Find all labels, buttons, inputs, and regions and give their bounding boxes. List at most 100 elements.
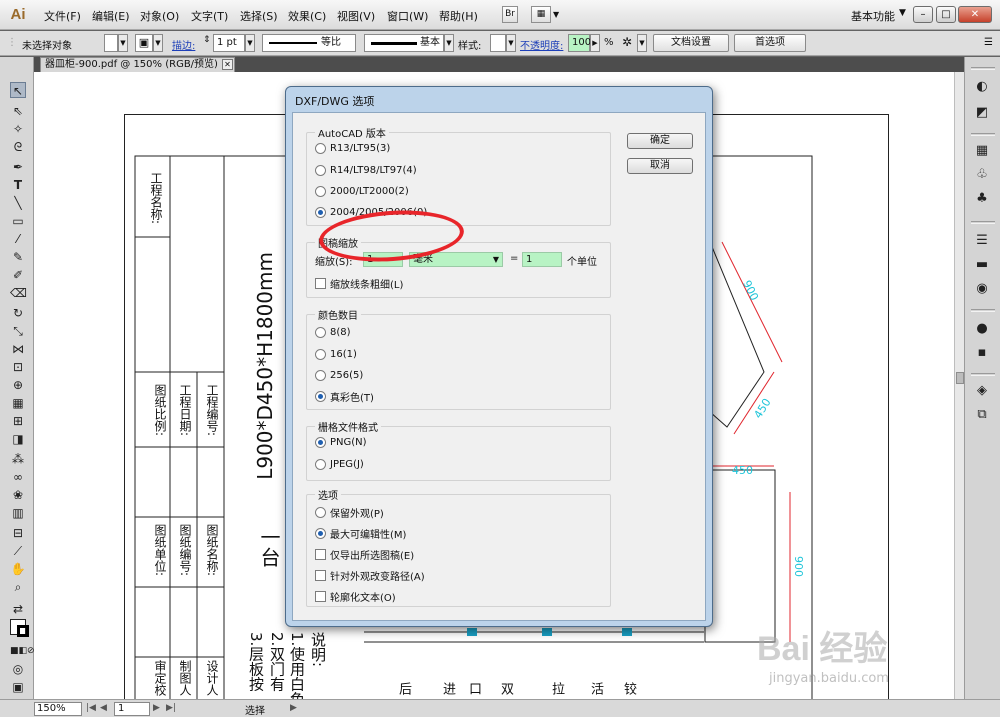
line-tool-icon[interactable]: ╲ — [10, 195, 26, 211]
recolor-dropdown-icon[interactable]: ▼ — [637, 34, 647, 52]
colors-256-radio[interactable]: 256(5) — [315, 367, 363, 383]
menu-view[interactable]: 视图(V) — [337, 8, 375, 24]
status-menu-icon[interactable]: ▶ — [290, 703, 297, 713]
brushes-panel-icon[interactable]: ♣ — [974, 191, 990, 207]
mesh-tool-icon[interactable]: ⊞ — [10, 413, 26, 429]
workspace-switcher[interactable]: 基本功能 — [851, 8, 895, 24]
artboards-panel-icon[interactable]: ⧉ — [974, 407, 990, 423]
scale-lineweights-checkbox[interactable]: 缩放线条粗细(L) — [315, 275, 403, 291]
menu-effect[interactable]: 效果(C) — [288, 8, 326, 24]
menu-object[interactable]: 对象(O) — [140, 8, 179, 24]
slice-tool-icon[interactable]: ⟋ — [10, 543, 26, 559]
first-page-icon[interactable]: |◀ — [86, 703, 96, 713]
transparency-panel-icon[interactable]: ◉ — [974, 281, 990, 297]
brush-definition[interactable]: 基本 — [364, 34, 444, 52]
stroke-weight-dropdown-icon[interactable]: ▼ — [245, 34, 255, 52]
stroke-swatch[interactable]: ▣ — [135, 34, 153, 52]
export-selected-checkbox[interactable]: 仅导出所选图稿(E) — [315, 546, 414, 562]
gradient-panel-icon[interactable]: ▬ — [974, 257, 990, 273]
shape-builder-tool-icon[interactable]: ⊕ — [10, 377, 26, 393]
ok-button[interactable]: 确定 — [627, 133, 693, 149]
recolor-artwork-icon[interactable]: ✲ — [622, 35, 632, 49]
free-transform-tool-icon[interactable]: ⊡ — [10, 359, 26, 375]
stroke-color-icon[interactable] — [17, 625, 29, 637]
preferences-button[interactable]: 首选项 — [734, 34, 806, 52]
hand-tool-icon[interactable]: ✋ — [10, 561, 26, 577]
perspective-grid-tool-icon[interactable]: ▦ — [10, 395, 26, 411]
pen-tool-icon[interactable]: ✒ — [10, 159, 26, 175]
stroke-panel-icon[interactable]: ☰ — [974, 233, 990, 249]
bridge-button[interactable]: Br — [502, 6, 518, 23]
menu-help[interactable]: 帮助(H) — [439, 8, 478, 24]
direct-selection-tool-icon[interactable]: ⇖ — [10, 103, 26, 119]
color-panel-icon[interactable]: ◐ — [974, 79, 990, 95]
opacity-field[interactable]: 100 — [568, 34, 591, 52]
screen-mode-icon[interactable]: ▣ — [10, 679, 26, 695]
minimize-button[interactable]: – — [913, 6, 933, 23]
stroke-stepper-icon[interactable]: ⇕ — [203, 35, 211, 45]
fill-swatch[interactable] — [104, 34, 118, 52]
paintbrush-tool-icon[interactable]: ⁄ — [10, 231, 26, 247]
outline-text-checkbox[interactable]: 轮廓化文本(O) — [315, 588, 396, 604]
magic-wand-tool-icon[interactable]: ✧ — [10, 121, 26, 137]
rotate-tool-icon[interactable]: ↻ — [10, 305, 26, 321]
version-r13-radio[interactable]: R13/LT95(3) — [315, 140, 390, 156]
zoom-field[interactable]: 150% — [34, 702, 82, 716]
maximize-button[interactable]: □ — [936, 6, 956, 23]
alter-paths-checkbox[interactable]: 针对外观改变路径(A) — [315, 567, 425, 583]
column-graph-tool-icon[interactable]: ▥ — [10, 505, 26, 521]
menu-type[interactable]: 文字(T) — [191, 8, 228, 24]
lasso-tool-icon[interactable]: ᘓ — [10, 139, 26, 155]
raster-png-radio[interactable]: PNG(N) — [315, 434, 367, 450]
colors-8-radio[interactable]: 8(8) — [315, 324, 351, 340]
draw-mode-icon[interactable]: ◎ — [10, 661, 26, 677]
layers-panel-icon[interactable]: ◈ — [974, 383, 990, 399]
artboard-tool-icon[interactable]: ⊟ — [10, 525, 26, 541]
variable-width-profile[interactable]: 等比 — [262, 34, 356, 52]
graphic-style-swatch[interactable] — [490, 34, 506, 52]
preserve-appearance-radio[interactable]: 保留外观(P) — [315, 504, 384, 520]
colors-truecolor-radio[interactable]: 真彩色(T) — [315, 388, 374, 404]
symbol-sprayer-tool-icon[interactable]: ❀ — [10, 487, 26, 503]
panel-menu-icon[interactable]: ☰ — [984, 37, 993, 48]
units-input[interactable]: 1 — [522, 252, 562, 267]
color-guide-panel-icon[interactable]: ◩ — [974, 105, 990, 121]
version-2000-radio[interactable]: 2000/LT2000(2) — [315, 183, 409, 199]
menu-file[interactable]: 文件(F) — [44, 8, 81, 24]
eraser-tool-icon[interactable]: ⌫ — [10, 285, 27, 301]
menu-window[interactable]: 窗口(W) — [387, 8, 428, 24]
menu-select[interactable]: 选择(S) — [240, 8, 278, 24]
brush-dropdown-icon[interactable]: ▼ — [444, 34, 454, 52]
maximum-editability-radio[interactable]: 最大可编辑性(M) — [315, 525, 406, 541]
colors-16-radio[interactable]: 16(1) — [315, 346, 357, 362]
menu-edit[interactable]: 编辑(E) — [92, 8, 130, 24]
vertical-scrollbar[interactable] — [954, 72, 964, 699]
document-tab[interactable]: 器皿柜-900.pdf @ 150% (RGB/预览) — [40, 57, 235, 73]
next-page-icon[interactable]: ▶ — [153, 703, 160, 713]
tab-close-icon[interactable]: ✕ — [222, 59, 233, 70]
swap-fill-stroke-icon[interactable]: ⇄ — [10, 601, 26, 617]
opacity-panel-link[interactable]: 不透明度: — [520, 37, 563, 52]
width-tool-icon[interactable]: ⋈ — [10, 341, 26, 357]
opacity-dropdown-icon[interactable]: ▶ — [590, 34, 600, 52]
scroll-thumb[interactable] — [956, 372, 964, 384]
arrange-dropdown-icon[interactable]: ▼ — [553, 10, 559, 19]
version-r14-radio[interactable]: R14/LT98/LT97(4) — [315, 162, 417, 178]
close-button[interactable]: ✕ — [958, 6, 992, 23]
stroke-dropdown-icon[interactable]: ▼ — [153, 34, 163, 52]
style-dropdown-icon[interactable]: ▼ — [506, 34, 516, 52]
page-field[interactable]: 1 — [114, 702, 150, 716]
color-mode-icons[interactable]: ■◧⊘ — [10, 643, 35, 659]
appearance-panel-icon[interactable]: ● — [974, 321, 990, 337]
chevron-down-icon[interactable]: ▼ — [899, 8, 906, 18]
blob-brush-tool-icon[interactable]: ✐ — [10, 267, 26, 283]
raster-jpeg-radio[interactable]: JPEG(J) — [315, 456, 364, 472]
document-setup-button[interactable]: 文档设置 — [653, 34, 729, 52]
arrange-documents-icon[interactable]: ▦ — [531, 6, 551, 23]
blend-tool-icon[interactable]: ∞ — [10, 469, 26, 485]
pencil-tool-icon[interactable]: ✎ — [10, 249, 26, 265]
stroke-panel-link[interactable]: 描边: — [172, 37, 195, 52]
graphic-styles-panel-icon[interactable]: ▪ — [974, 345, 990, 361]
selection-tool-icon[interactable]: ↖ — [10, 82, 26, 98]
fill-dropdown-icon[interactable]: ▼ — [118, 34, 128, 52]
